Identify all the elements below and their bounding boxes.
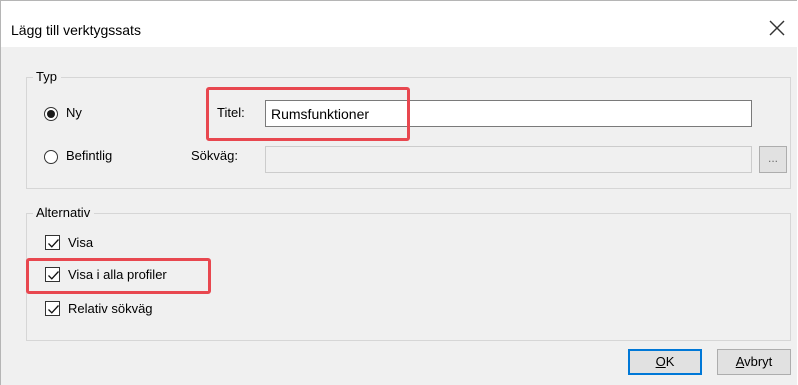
checkmark-icon bbox=[48, 305, 59, 314]
path-input[interactable] bbox=[265, 146, 752, 173]
options-group-legend: Alternativ bbox=[33, 205, 95, 220]
ok-mnemonic: O bbox=[655, 354, 666, 369]
type-group-legend: Typ bbox=[33, 69, 61, 84]
close-button[interactable] bbox=[764, 15, 790, 41]
path-field-label: Sökväg: bbox=[191, 148, 238, 163]
browse-button[interactable]: ... bbox=[759, 146, 787, 173]
cancel-button[interactable]: Avbryt bbox=[717, 349, 791, 375]
show-checkbox-label[interactable]: Visa bbox=[68, 235, 93, 250]
show-checkbox[interactable] bbox=[45, 235, 60, 250]
new-radio[interactable] bbox=[44, 107, 58, 121]
dialog-title: Lägg till verktygssats bbox=[11, 22, 141, 38]
new-radio-label[interactable]: Ny bbox=[66, 105, 82, 120]
show-all-profiles-checkbox[interactable] bbox=[45, 267, 60, 282]
relative-path-label[interactable]: Relativ sökväg bbox=[68, 301, 153, 316]
checkmark-icon bbox=[48, 271, 59, 280]
relative-path-checkbox[interactable] bbox=[45, 301, 60, 316]
title-input[interactable]: Rumsfunktioner bbox=[265, 100, 752, 127]
close-icon bbox=[769, 20, 785, 36]
title-input-value: Rumsfunktioner bbox=[271, 106, 370, 122]
cancel-mnemonic: A bbox=[735, 354, 745, 369]
new-radio-dot bbox=[47, 110, 55, 118]
checkmark-icon bbox=[48, 239, 59, 248]
cancel-label-rest: vbryt bbox=[744, 354, 773, 369]
existing-radio[interactable] bbox=[44, 150, 58, 164]
ok-label-rest: K bbox=[665, 354, 675, 369]
ok-button[interactable]: OK bbox=[628, 349, 702, 375]
add-toolkit-dialog: Lägg till verktygssats Typ Ny Titel: Rum… bbox=[0, 0, 798, 385]
title-field-label: Titel: bbox=[217, 105, 245, 120]
show-all-profiles-label[interactable]: Visa i alla profiler bbox=[68, 267, 167, 282]
title-bar: Lägg till verktygssats bbox=[1, 1, 798, 47]
existing-radio-label[interactable]: Befintlig bbox=[66, 148, 112, 163]
